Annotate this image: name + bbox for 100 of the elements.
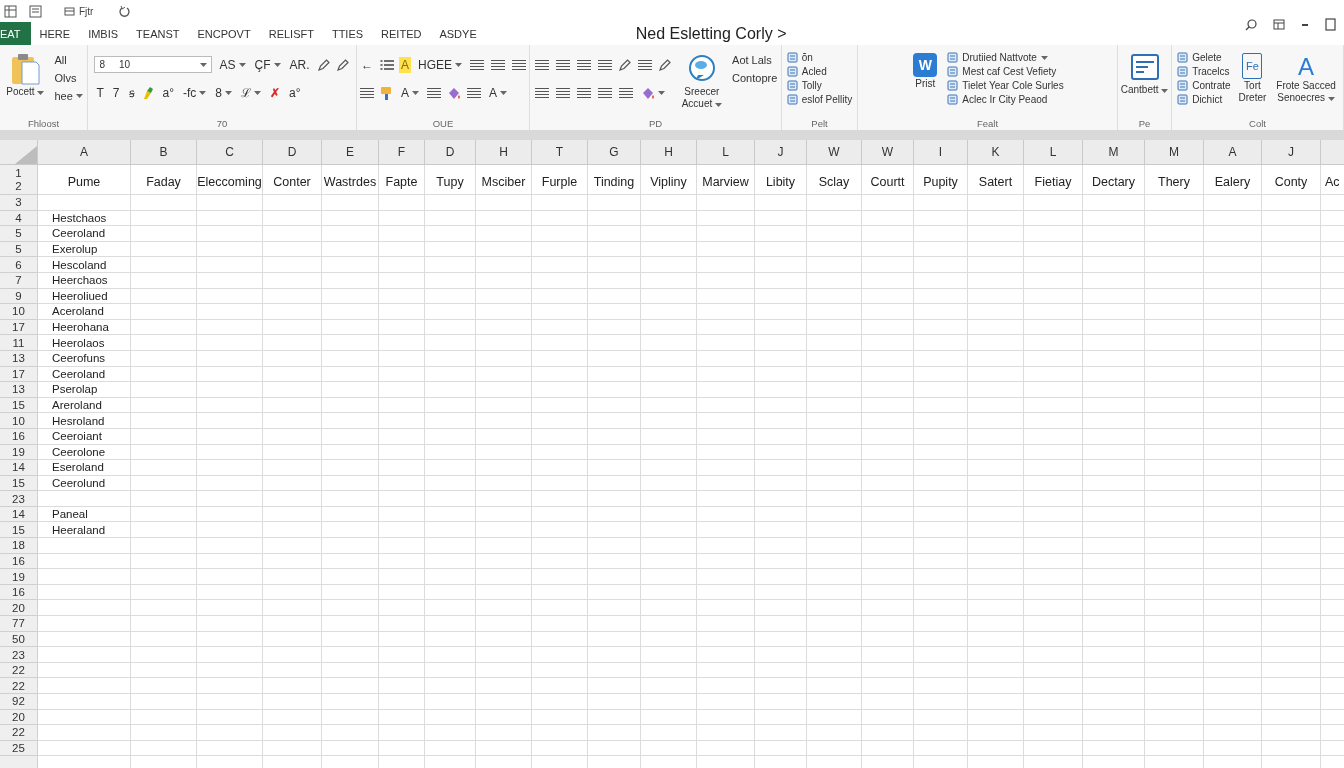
- align-icon[interactable]: [533, 58, 550, 71]
- row-number[interactable]: 92: [0, 694, 38, 710]
- ribbon-tab[interactable]: ASDYE: [430, 22, 486, 45]
- column-header[interactable]: I: [914, 140, 968, 165]
- row-number[interactable]: 18: [0, 538, 38, 554]
- pen-icon[interactable]: [335, 57, 350, 72]
- column-header[interactable]: L: [1024, 140, 1083, 165]
- column-header[interactable]: D: [425, 140, 476, 165]
- pen-icon[interactable]: [316, 57, 331, 72]
- minimize-icon[interactable]: [1301, 22, 1309, 27]
- ribbon-item[interactable]: hee: [54, 89, 83, 103]
- column-header[interactable]: A: [38, 140, 131, 165]
- format-button[interactable]: a°: [287, 84, 303, 101]
- format-button[interactable]: ꞩ: [126, 83, 137, 102]
- list-icon[interactable]: [380, 58, 394, 71]
- ribbon-item[interactable]: Gelete: [1177, 51, 1231, 64]
- column-header[interactable]: F: [379, 140, 425, 165]
- row-number[interactable]: 2: [15, 180, 22, 192]
- format-button[interactable]: ✗: [268, 84, 283, 101]
- align-icon[interactable]: [426, 86, 442, 99]
- column-header[interactable]: K: [968, 140, 1024, 165]
- ribbon-item[interactable]: Olvs: [54, 71, 83, 85]
- bucket-icon[interactable]: [447, 85, 461, 100]
- column-header[interactable]: G: [588, 140, 641, 165]
- ribbon-tab[interactable]: REITED: [372, 22, 431, 45]
- ribbon-tab[interactable]: RELISFT: [259, 22, 323, 45]
- align-icon[interactable]: [554, 58, 571, 71]
- format-button[interactable]: AS: [217, 56, 248, 73]
- row-number[interactable]: 20: [0, 600, 38, 617]
- ribbon-button[interactable]: W Prist: [911, 51, 940, 91]
- font-field[interactable]: 8 10: [94, 56, 213, 73]
- format-button[interactable]: AR.: [287, 56, 312, 73]
- column-header[interactable]: M: [1083, 140, 1145, 165]
- column-header[interactable]: H: [476, 140, 532, 165]
- column-header[interactable]: J: [1262, 140, 1321, 165]
- maximize-icon[interactable]: [1325, 18, 1336, 31]
- align-icon[interactable]: [636, 58, 653, 71]
- column-header[interactable]: E: [322, 140, 379, 165]
- column-header[interactable]: C: [197, 140, 263, 165]
- highlight-button[interactable]: A: [399, 56, 411, 73]
- ribbon-item[interactable]: Acled: [786, 65, 853, 78]
- pen-icon[interactable]: [657, 57, 672, 72]
- ribbon-item[interactable]: Contrate: [1177, 79, 1231, 92]
- row-number[interactable]: 15: [0, 522, 38, 539]
- ribbon-button[interactable]: A Frote Sacced Senoecres: [1274, 51, 1338, 105]
- column-header[interactable]: M: [1145, 140, 1204, 165]
- format-button[interactable]: A: [487, 84, 509, 101]
- column-header[interactable]: B: [131, 140, 197, 165]
- row-number[interactable]: 23: [0, 647, 38, 663]
- row-number[interactable]: 10: [0, 413, 38, 429]
- ribbon-tab[interactable]: TTIES: [322, 22, 373, 45]
- row-number[interactable]: 19: [0, 569, 38, 585]
- column-header[interactable]: A: [1204, 140, 1262, 165]
- ribbon-item[interactable]: Tracelcs: [1177, 65, 1231, 78]
- row-number[interactable]: 23: [0, 491, 38, 507]
- grid-icon[interactable]: [4, 4, 17, 18]
- ribbon-item[interactable]: Contopre: [732, 71, 778, 85]
- row-number[interactable]: 11: [0, 335, 38, 351]
- ribbon-tab[interactable]: EAT: [0, 22, 31, 45]
- ribbon-button[interactable]: Sreecer Accuet: [679, 51, 725, 111]
- column-header[interactable]: D: [263, 140, 322, 165]
- format-button[interactable]: a°: [160, 84, 176, 101]
- row-number[interactable]: 22: [0, 725, 38, 741]
- align-icon[interactable]: [575, 86, 592, 99]
- ribbon-item[interactable]: Mest caf Cest Vefiety: [947, 65, 1064, 78]
- layout-icon[interactable]: [1273, 19, 1285, 30]
- format-button[interactable]: ÇF: [252, 56, 283, 73]
- row-number[interactable]: 5: [0, 226, 38, 242]
- undo-icon[interactable]: [119, 5, 132, 17]
- ribbon-tab[interactable]: ENCPOVT: [188, 22, 260, 45]
- ribbon-item[interactable]: Aot Lals: [732, 53, 778, 67]
- row-number[interactable]: 13: [0, 382, 38, 398]
- row-number[interactable]: 1: [15, 167, 22, 179]
- marker-icon[interactable]: [141, 85, 156, 100]
- format-button[interactable]: HGEE: [416, 56, 464, 73]
- ribbon-tab[interactable]: HERE: [30, 22, 80, 45]
- ribbon-item[interactable]: ŏn: [786, 51, 853, 64]
- row-number[interactable]: 6: [0, 257, 38, 273]
- column-header[interactable]: L: [697, 140, 755, 165]
- format-button[interactable]: ℒ: [239, 83, 264, 102]
- row-number[interactable]: 10: [0, 304, 38, 320]
- ribbon-item[interactable]: Dichict: [1177, 93, 1231, 106]
- row-number[interactable]: 77: [0, 616, 38, 632]
- ribbon-tab[interactable]: IMBIS: [79, 22, 128, 45]
- column-header[interactable]: W: [807, 140, 862, 165]
- pen-icon[interactable]: [617, 57, 632, 72]
- ribbon-item[interactable]: Aclec Ir City Peaod: [947, 93, 1064, 106]
- align-icon[interactable]: [554, 86, 571, 99]
- column-header[interactable]: T: [532, 140, 588, 165]
- format-button[interactable]: 8: [213, 84, 235, 101]
- row-number[interactable]: 22: [0, 678, 38, 694]
- format-button[interactable]: A: [399, 84, 421, 101]
- ribbon-item[interactable]: All: [54, 53, 83, 67]
- format-button[interactable]: 7: [110, 84, 122, 101]
- align-icon[interactable]: [511, 58, 527, 71]
- align-icon[interactable]: [596, 86, 613, 99]
- column-header[interactable]: H: [641, 140, 697, 165]
- ribbon-button[interactable]: Cantbett: [1118, 51, 1171, 97]
- paste-button[interactable]: Pocett: [4, 51, 47, 99]
- format-button[interactable]: ←: [359, 56, 375, 73]
